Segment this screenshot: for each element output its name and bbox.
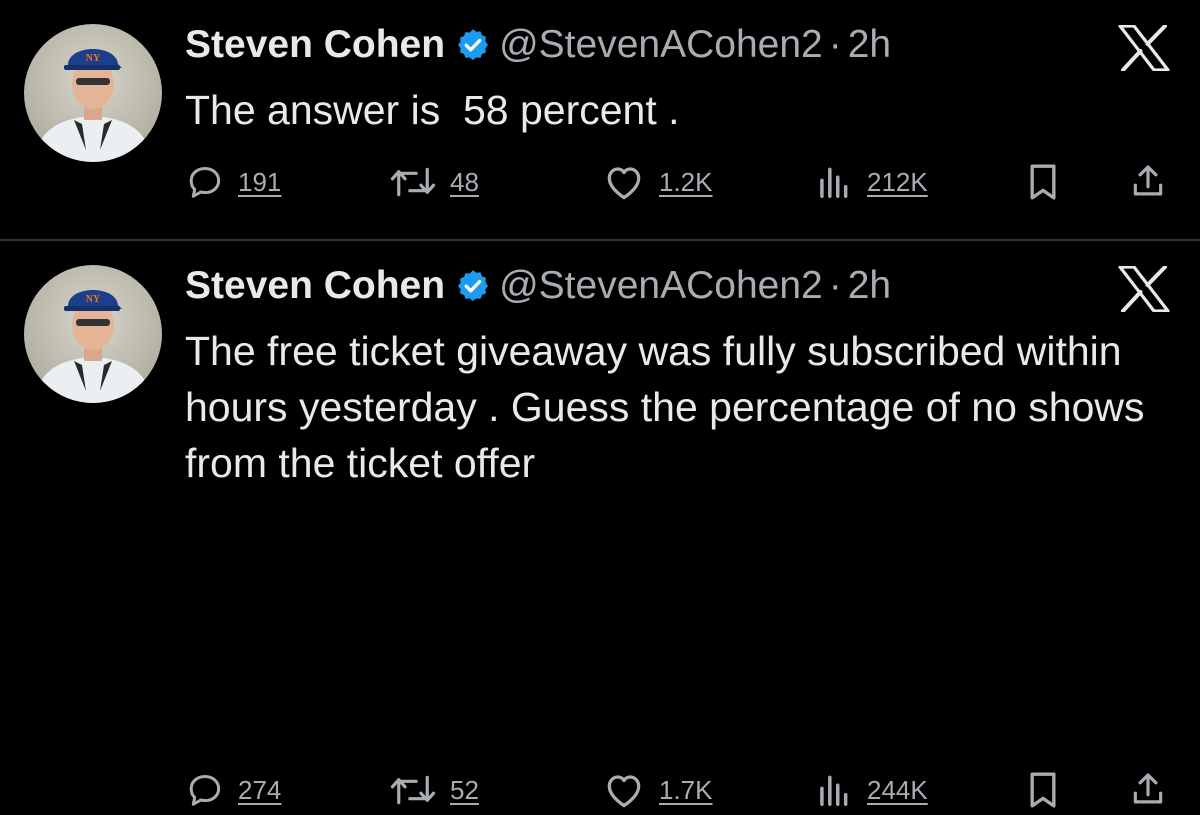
like-button[interactable]: 1.2K <box>603 157 713 207</box>
tweet[interactable]: NY Steven Cohen @StevenACohen2 · 2h The … <box>0 0 1200 240</box>
retweet-count: 48 <box>450 166 479 197</box>
views-button[interactable]: 244K <box>815 765 928 815</box>
tweet-header: Steven Cohen @StevenACohen2 · 2h <box>185 23 891 67</box>
separator-dot: · <box>828 23 842 66</box>
author-handle[interactable]: @StevenACohen2 <box>499 23 823 67</box>
view-count: 212K <box>867 166 928 197</box>
views-icon <box>815 163 851 201</box>
x-logo-icon <box>1118 24 1170 72</box>
retweet-button[interactable]: 48 <box>388 157 479 207</box>
reply-count: 191 <box>238 166 282 197</box>
action-bar: 191 48 1.2K 212K <box>0 157 1200 207</box>
avatar[interactable]: NY <box>24 265 162 403</box>
reply-icon <box>186 771 224 809</box>
share-icon <box>1129 770 1167 810</box>
avatar[interactable]: NY <box>24 24 162 162</box>
bookmark-button[interactable] <box>1025 765 1061 815</box>
timestamp[interactable]: 2h <box>848 23 891 67</box>
bookmark-icon <box>1025 162 1061 202</box>
separator-dot: · <box>828 264 842 307</box>
author-name[interactable]: Steven Cohen <box>185 264 445 308</box>
verified-badge-icon <box>455 27 491 63</box>
svg-text:NY: NY <box>86 294 101 305</box>
share-button[interactable] <box>1129 157 1167 207</box>
x-logo-icon <box>1118 265 1170 313</box>
tweet-text: The answer is 58 percent . <box>185 87 680 133</box>
reply-button[interactable]: 191 <box>186 157 281 207</box>
author-name[interactable]: Steven Cohen <box>185 23 445 67</box>
share-button[interactable] <box>1129 765 1167 815</box>
like-button[interactable]: 1.7K <box>603 765 713 815</box>
author-handle[interactable]: @StevenACohen2 <box>499 264 823 308</box>
bookmark-icon <box>1025 770 1061 810</box>
retweet-count: 52 <box>450 774 479 805</box>
reply-button[interactable]: 274 <box>186 765 281 815</box>
views-button[interactable]: 212K <box>815 157 928 207</box>
tweet[interactable]: NY Steven Cohen @StevenACohen2 · 2h The … <box>0 241 1200 808</box>
retweet-button[interactable]: 52 <box>388 765 479 815</box>
retweet-icon <box>388 771 438 809</box>
bookmark-button[interactable] <box>1025 157 1061 207</box>
tweet-header: Steven Cohen @StevenACohen2 · 2h <box>185 264 891 308</box>
like-icon <box>603 163 645 201</box>
reply-count: 274 <box>238 774 282 805</box>
retweet-icon <box>388 163 438 201</box>
view-count: 244K <box>867 774 928 805</box>
timestamp[interactable]: 2h <box>848 264 891 308</box>
action-bar: 274 52 1.7K 244K <box>0 765 1200 815</box>
reply-icon <box>186 163 224 201</box>
views-icon <box>815 771 851 809</box>
share-icon <box>1129 162 1167 202</box>
like-count: 1.2K <box>659 166 713 197</box>
verified-badge-icon <box>455 268 491 304</box>
like-count: 1.7K <box>659 774 713 805</box>
like-icon <box>603 771 645 809</box>
svg-text:NY: NY <box>86 53 101 64</box>
tweet-text: The free ticket giveaway was fully subsc… <box>185 328 1156 486</box>
